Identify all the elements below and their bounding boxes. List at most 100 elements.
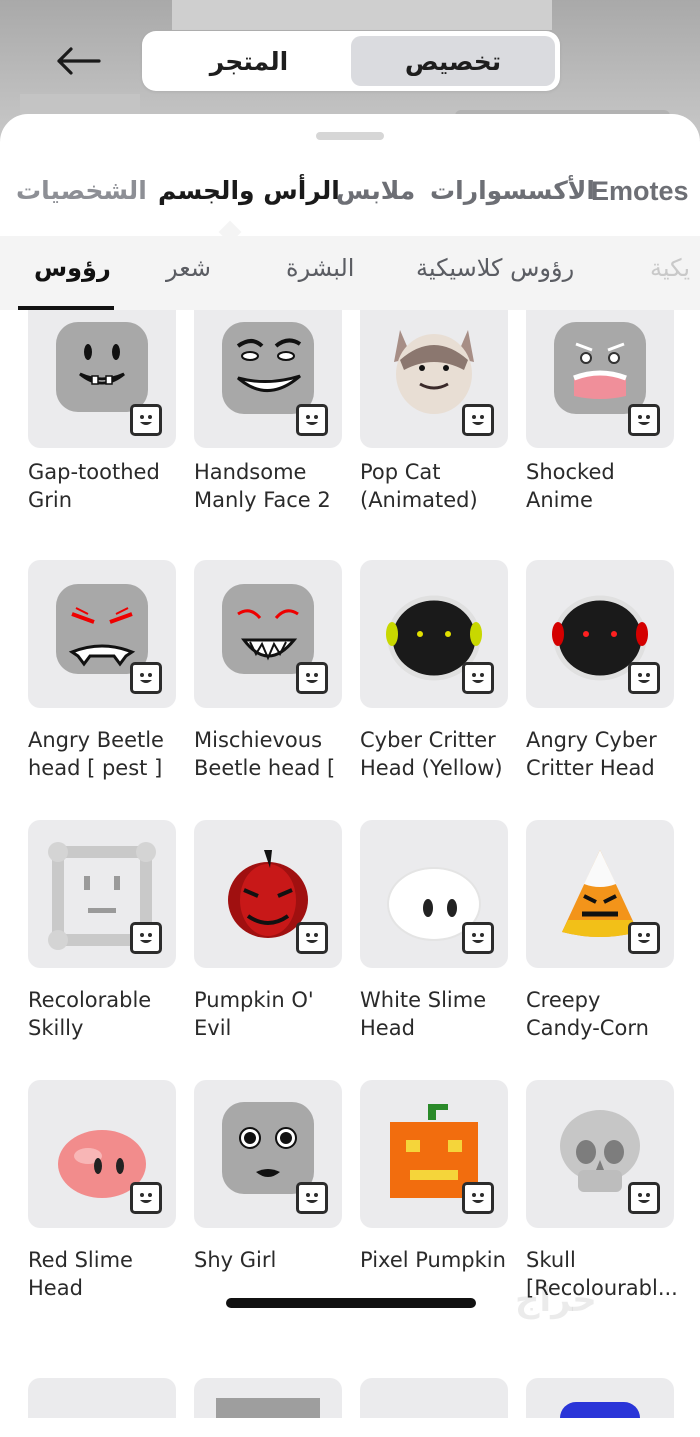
item-name: Pop Cat (Animated) bbox=[360, 460, 478, 512]
item-thumbnail bbox=[28, 1080, 176, 1228]
avatar-face-icon bbox=[140, 415, 152, 425]
avatar-face-icon bbox=[140, 933, 152, 943]
item-thumbnail bbox=[526, 560, 674, 708]
item-thumbnail bbox=[28, 560, 176, 708]
category-tabs: الشخصيات الرأس والجسم ملابس الأكسسوارات … bbox=[0, 176, 700, 220]
item-card[interactable]: Mischievous Beetle head [ bbox=[194, 560, 342, 784]
item-name: White Slime Head bbox=[360, 988, 487, 1040]
item-thumbnail bbox=[526, 310, 674, 448]
item-name: Pixel Pumpkin bbox=[360, 1248, 506, 1272]
item-card[interactable]: Skull [Recolourabl... bbox=[526, 1080, 678, 1304]
item-name: Mischievous Beetle head [ bbox=[194, 728, 336, 780]
tab-clothing[interactable]: ملابس bbox=[336, 176, 415, 205]
avatar-face-icon bbox=[306, 1193, 318, 1203]
try-on-badge[interactable] bbox=[296, 922, 328, 954]
item-card[interactable]: Pumpkin O' Evil bbox=[194, 820, 342, 1044]
tab-head-and-body[interactable]: الرأس والجسم bbox=[158, 176, 340, 205]
try-on-badge[interactable] bbox=[130, 404, 162, 436]
avatar-face-icon bbox=[306, 673, 318, 683]
tab-skin[interactable]: البشرة bbox=[286, 254, 354, 282]
try-on-badge[interactable] bbox=[130, 1182, 162, 1214]
partial-row bbox=[0, 1378, 700, 1437]
item-card[interactable]: Recolorable Skilly bbox=[28, 820, 176, 1044]
item-thumbnail bbox=[360, 820, 508, 968]
drag-handle[interactable] bbox=[316, 132, 384, 140]
item-thumbnail bbox=[526, 820, 674, 968]
item-name: Creepy Candy-Corn bbox=[526, 988, 649, 1040]
try-on-badge[interactable] bbox=[462, 922, 494, 954]
try-on-badge[interactable] bbox=[628, 1182, 660, 1214]
avatar-face-icon bbox=[638, 415, 650, 425]
avatar-face-icon bbox=[638, 933, 650, 943]
tab-customize[interactable]: تخصيص bbox=[351, 36, 555, 86]
avatar-face-icon bbox=[140, 673, 152, 683]
tab-heads[interactable]: رؤوس bbox=[34, 254, 111, 282]
item-thumbnail bbox=[194, 310, 342, 448]
item-name: Angry Beetle head [ pest ] bbox=[28, 728, 164, 780]
try-on-badge[interactable] bbox=[296, 662, 328, 694]
item-name: Shy Girl bbox=[194, 1248, 277, 1272]
item-name: Handsome Manly Face 2 bbox=[194, 460, 331, 512]
try-on-badge[interactable] bbox=[462, 1182, 494, 1214]
tab-store[interactable]: المتجر bbox=[147, 36, 351, 86]
try-on-badge[interactable] bbox=[462, 662, 494, 694]
item-card[interactable]: Cyber Critter Head (Yellow) bbox=[360, 560, 508, 784]
item-card[interactable]: Red Slime Head bbox=[28, 1080, 176, 1304]
item-name: Shocked Anime bbox=[526, 460, 615, 512]
item-thumbnail bbox=[526, 1080, 674, 1228]
home-indicator[interactable] bbox=[226, 1298, 476, 1308]
item-thumbnail bbox=[194, 1080, 342, 1228]
item-card[interactable]: Gap-toothed Grin bbox=[28, 310, 176, 534]
item-thumbnail bbox=[28, 310, 176, 448]
tab-partial[interactable]: يكية bbox=[650, 254, 690, 282]
item-card[interactable]: Angry Beetle head [ pest ] bbox=[28, 560, 176, 784]
try-on-badge[interactable] bbox=[296, 1182, 328, 1214]
item-card[interactable]: Handsome Manly Face 2 bbox=[194, 310, 342, 534]
item-name: Cyber Critter Head (Yellow) bbox=[360, 728, 503, 780]
avatar-face-icon bbox=[472, 673, 484, 683]
subcategory-tabs: رؤوس شعر البشرة رؤوس كلاسيكية يكية bbox=[0, 236, 700, 310]
try-on-badge[interactable] bbox=[628, 404, 660, 436]
try-on-badge[interactable] bbox=[462, 404, 494, 436]
item-card[interactable]: Creepy Candy-Corn bbox=[526, 820, 674, 1044]
arrow-left-icon bbox=[57, 47, 101, 75]
avatar-face-icon bbox=[472, 1193, 484, 1203]
item-card[interactable]: Shy Girl bbox=[194, 1080, 342, 1304]
watermark: حراج bbox=[515, 1280, 597, 1320]
item-card[interactable]: White Slime Head bbox=[360, 820, 508, 1044]
avatar-face-icon bbox=[140, 1193, 152, 1203]
item-thumbnail bbox=[360, 1080, 508, 1228]
try-on-badge[interactable] bbox=[628, 662, 660, 694]
customize-sheet: الشخصيات الرأس والجسم ملابس الأكسسوارات … bbox=[0, 114, 700, 1437]
item-thumbnail bbox=[194, 560, 342, 708]
avatar-face-icon bbox=[638, 1193, 650, 1203]
try-on-badge[interactable] bbox=[628, 922, 660, 954]
avatar-face-icon bbox=[472, 933, 484, 943]
item-thumbnail bbox=[28, 820, 176, 968]
item-card[interactable]: Shocked Anime bbox=[526, 310, 674, 534]
avatar-face-icon bbox=[638, 673, 650, 683]
item-card[interactable]: Angry Cyber Critter Head bbox=[526, 560, 674, 784]
item-thumbnail bbox=[360, 560, 508, 708]
try-on-badge[interactable] bbox=[130, 922, 162, 954]
item-card[interactable]: Pop Cat (Animated) bbox=[360, 310, 508, 534]
item-name: Red Slime Head bbox=[28, 1248, 133, 1300]
mode-segmented-control: المتجر تخصيص bbox=[142, 31, 560, 91]
tab-characters[interactable]: الشخصيات bbox=[16, 176, 147, 205]
tab-classic-heads[interactable]: رؤوس كلاسيكية bbox=[416, 254, 574, 282]
try-on-badge[interactable] bbox=[296, 404, 328, 436]
avatar-face-icon bbox=[306, 415, 318, 425]
item-card[interactable]: Pixel Pumpkin bbox=[360, 1080, 508, 1304]
avatar-face-icon bbox=[306, 933, 318, 943]
avatar-face-icon bbox=[472, 415, 484, 425]
back-button[interactable] bbox=[48, 36, 108, 86]
try-on-badge[interactable] bbox=[130, 662, 162, 694]
item-thumbnail bbox=[360, 310, 508, 448]
tab-emotes[interactable]: Emotes bbox=[591, 176, 689, 207]
tab-hair[interactable]: شعر bbox=[166, 254, 211, 282]
item-thumbnail bbox=[194, 820, 342, 968]
tab-accessories[interactable]: الأكسسوارات bbox=[430, 176, 595, 205]
item-name: Pumpkin O' Evil bbox=[194, 988, 314, 1040]
item-name: Angry Cyber Critter Head bbox=[526, 728, 657, 780]
item-grid: Gap-toothed Grin Handsome Manly Face 2 Pop… bbox=[0, 310, 700, 1410]
